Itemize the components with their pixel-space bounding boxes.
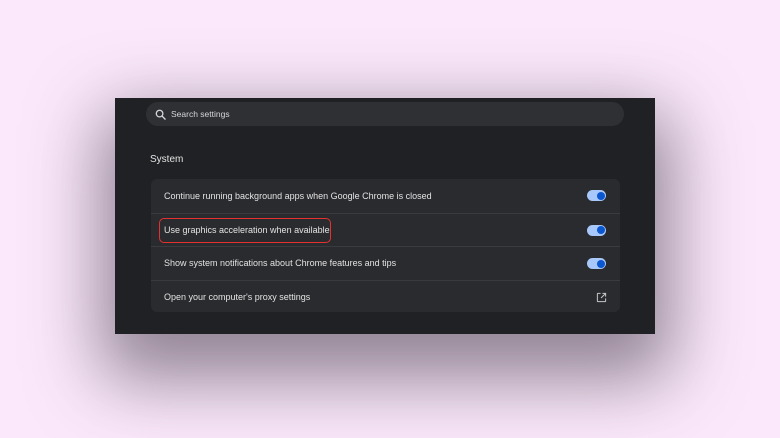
setting-label: Open your computer's proxy settings bbox=[164, 291, 311, 302]
settings-window: Search settings System Continue running … bbox=[115, 98, 655, 334]
setting-row-background-apps[interactable]: Continue running background apps when Go… bbox=[151, 179, 620, 213]
setting-row-proxy-settings[interactable]: Open your computer's proxy settings bbox=[151, 279, 620, 313]
stage: Search settings System Continue running … bbox=[0, 0, 780, 438]
system-settings-card: Continue running background apps when Go… bbox=[151, 179, 620, 312]
toggle-knob bbox=[596, 259, 605, 268]
highlight-box bbox=[159, 217, 331, 243]
graphics-acceleration-toggle[interactable] bbox=[587, 224, 606, 236]
system-notifications-toggle[interactable] bbox=[587, 258, 606, 269]
search-placeholder: Search settings bbox=[171, 109, 230, 119]
setting-row-system-notifications[interactable]: Show system notifications about Chrome f… bbox=[151, 246, 620, 280]
toggle-knob bbox=[596, 226, 605, 234]
section-title: System bbox=[150, 154, 184, 165]
setting-row-graphics-acceleration[interactable]: Use graphics acceleration when available bbox=[151, 212, 620, 247]
background-apps-toggle[interactable] bbox=[587, 190, 606, 201]
external-link-icon[interactable] bbox=[596, 292, 607, 303]
toggle-knob bbox=[596, 191, 605, 200]
search-icon bbox=[155, 109, 166, 120]
setting-label: Continue running background apps when Go… bbox=[164, 190, 432, 201]
setting-label: Show system notifications about Chrome f… bbox=[164, 258, 397, 269]
search-input[interactable]: Search settings bbox=[146, 102, 624, 126]
